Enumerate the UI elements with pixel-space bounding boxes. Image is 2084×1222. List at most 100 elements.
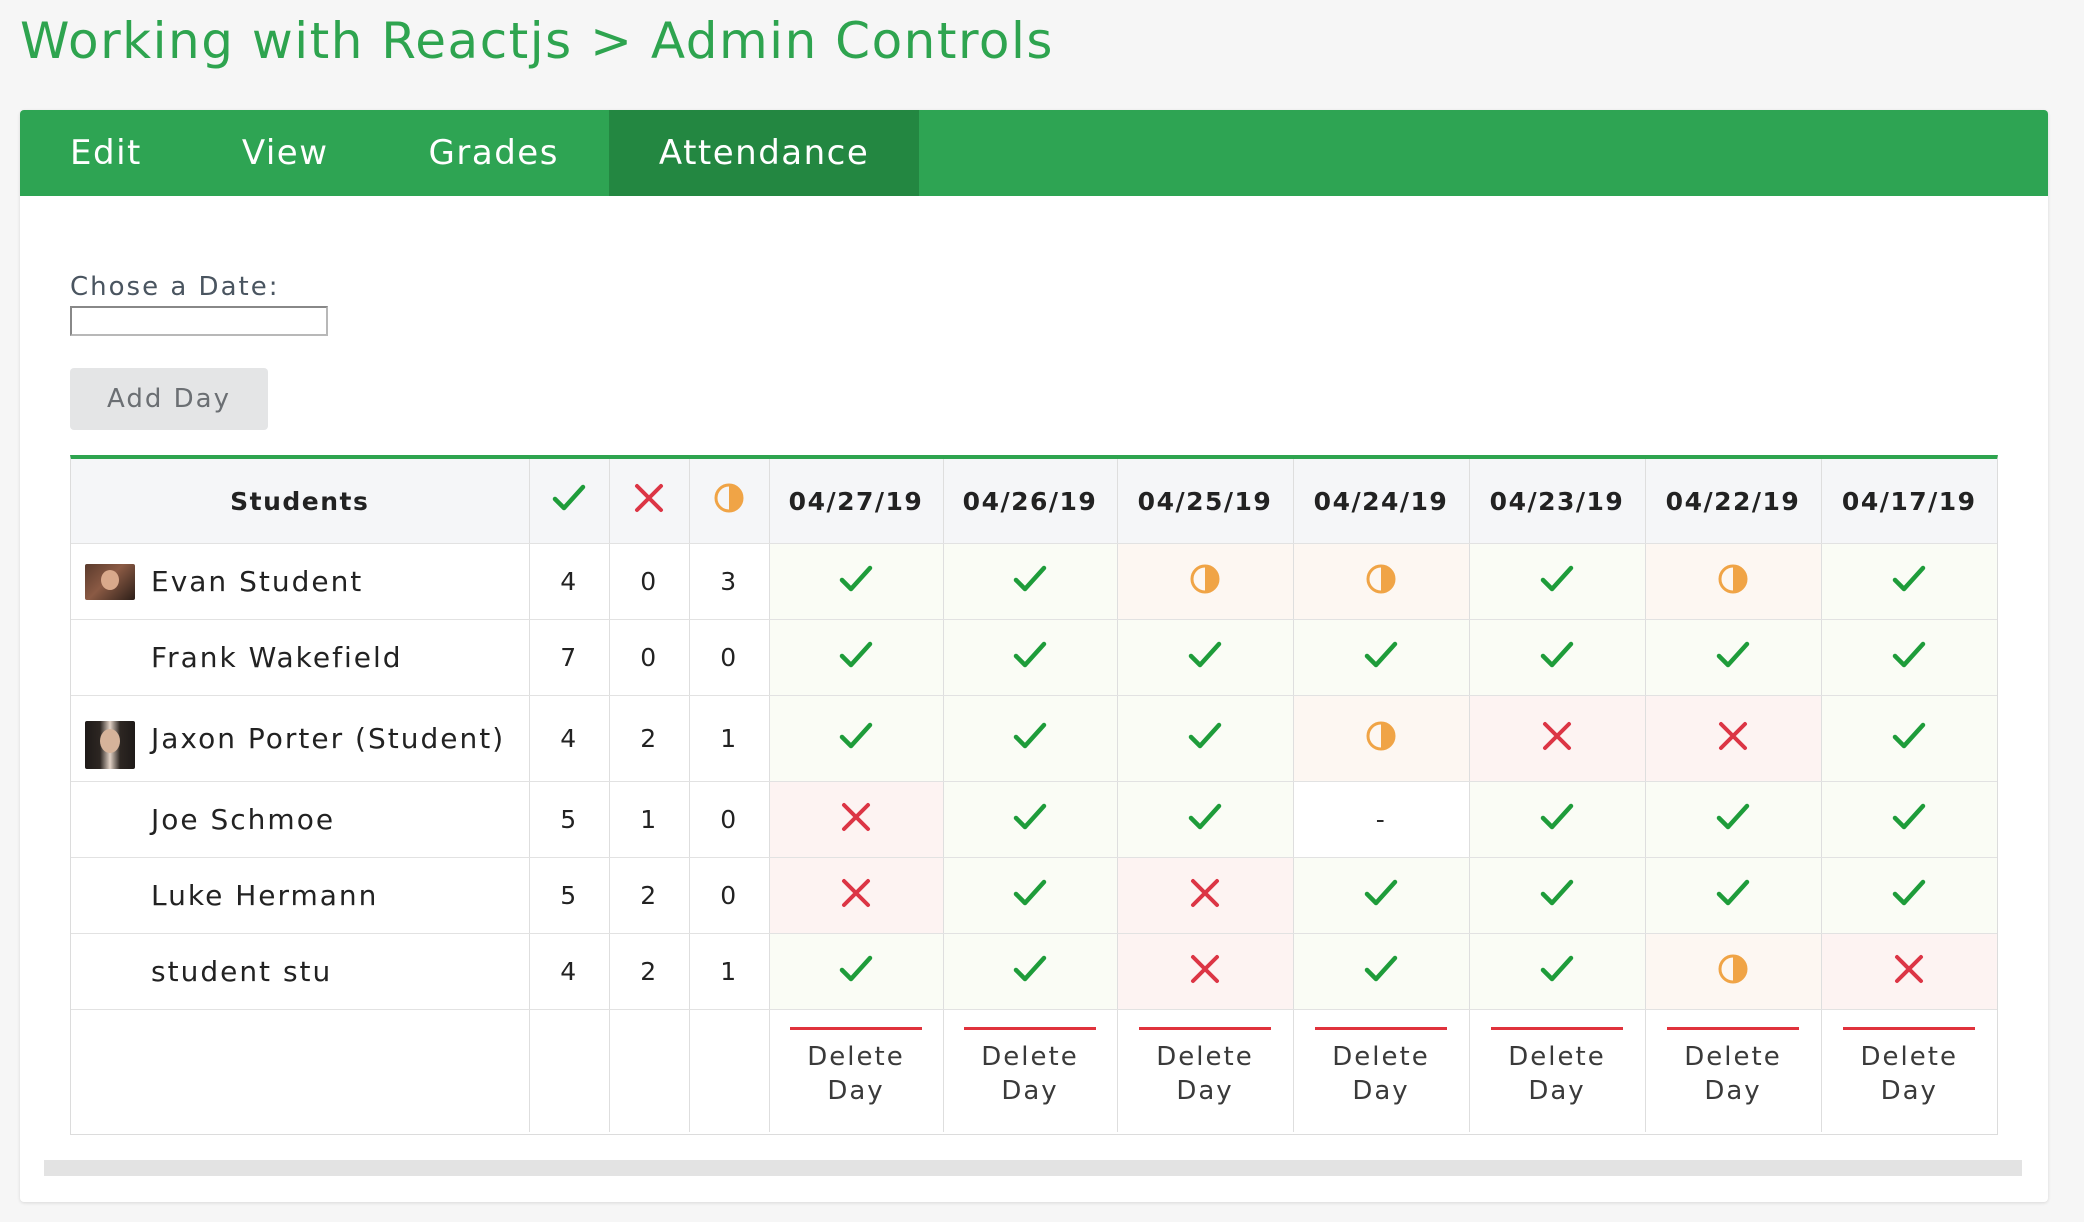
x-icon (1541, 720, 1573, 758)
late-count: 0 (689, 781, 770, 858)
table-row: Evan Student 4 0 3 (71, 543, 1997, 620)
tab-bar: Edit View Grades Attendance (20, 110, 2048, 196)
check-icon (1364, 640, 1398, 676)
check-icon (839, 564, 873, 600)
attendance-cell[interactable] (943, 857, 1118, 934)
check-icon (1892, 721, 1926, 757)
attendance-cell[interactable] (1645, 619, 1822, 696)
half-circle-icon (1189, 563, 1221, 601)
x-icon (840, 877, 872, 915)
attendance-cell[interactable] (1821, 781, 1997, 858)
attendance-cell[interactable] (1293, 619, 1470, 696)
check-icon (1013, 802, 1047, 838)
attendance-cell[interactable] (1821, 695, 1997, 782)
attendance-cell[interactable] (1469, 619, 1646, 696)
attendance-cell[interactable] (943, 619, 1118, 696)
attendance-cell[interactable] (1117, 619, 1294, 696)
attendance-cell[interactable] (1645, 543, 1822, 620)
attendance-cell[interactable] (1117, 933, 1294, 1010)
attendance-cell[interactable] (1469, 695, 1646, 782)
attendance-cell[interactable] (1469, 781, 1646, 858)
late-count: 1 (689, 695, 770, 782)
attendance-cell[interactable] (1469, 933, 1646, 1010)
attendance-cell[interactable] (943, 543, 1118, 620)
check-icon (1364, 878, 1398, 914)
attendance-cell[interactable] (1117, 857, 1294, 934)
horizontal-scrollbar[interactable] (44, 1160, 2022, 1176)
footer-empty-cell (71, 1009, 530, 1132)
attendance-cell[interactable] (943, 781, 1118, 858)
attendance-cell[interactable] (1821, 619, 1997, 696)
table-row: Joe Schmoe 5 1 0 - (71, 781, 1997, 858)
attendance-cell[interactable] (1117, 695, 1294, 782)
attendance-cell[interactable] (943, 933, 1118, 1010)
table-row: Jaxon Porter (Student) 4 2 1 (71, 695, 1997, 782)
delete-day-button[interactable]: Delete Day (1315, 1027, 1447, 1108)
add-day-button[interactable]: Add Day (70, 368, 268, 430)
present-count: 4 (529, 933, 610, 1010)
late-count: 1 (689, 933, 770, 1010)
check-icon (1013, 878, 1047, 914)
tab-grades[interactable]: Grades (379, 110, 609, 196)
check-icon (1188, 802, 1222, 838)
date-header: 04/24/19 (1293, 459, 1470, 544)
attendance-cell[interactable] (769, 543, 944, 620)
date-header: 04/22/19 (1645, 459, 1822, 544)
attendance-cell[interactable] (1645, 781, 1822, 858)
attendance-cell[interactable] (1293, 543, 1470, 620)
table-body: Evan Student 4 0 3 Frank Wakefield 7 0 0 Jaxon P… (71, 543, 1997, 1132)
attendance-cell[interactable] (769, 619, 944, 696)
present-count: 5 (529, 857, 610, 934)
footer-cell: Delete Day (1821, 1010, 1997, 1132)
absent-count: 2 (609, 695, 690, 782)
present-count: 5 (529, 781, 610, 858)
absent-count: 0 (609, 543, 690, 620)
late-count: 0 (689, 619, 770, 696)
attendance-cell[interactable] (1117, 543, 1294, 620)
attendance-cell[interactable] (1293, 933, 1470, 1010)
footer-cell: Delete Day (1293, 1009, 1470, 1132)
date-input[interactable] (70, 306, 328, 336)
attendance-cell[interactable] (769, 695, 944, 782)
attendance-cell[interactable] (769, 781, 944, 858)
attendance-cell[interactable] (1293, 857, 1470, 934)
attendance-cell[interactable] (1821, 933, 1997, 1010)
attendance-cell[interactable] (769, 933, 944, 1010)
tab-edit[interactable]: Edit (20, 110, 192, 196)
footer-cell: Delete Day (1469, 1009, 1646, 1132)
attendance-cell[interactable] (1469, 857, 1646, 934)
attendance-cell[interactable] (1469, 543, 1646, 620)
tab-attendance[interactable]: Attendance (608, 110, 920, 196)
student-name: student stu (151, 955, 333, 988)
check-icon (1188, 640, 1222, 676)
delete-day-button[interactable]: Delete Day (964, 1027, 1096, 1108)
delete-day-button[interactable]: Delete Day (1491, 1027, 1623, 1108)
delete-day-button[interactable]: Delete Day (1843, 1027, 1976, 1108)
tab-view[interactable]: View (192, 110, 379, 196)
attendance-cell[interactable]: - (1293, 781, 1470, 858)
present-count: 7 (529, 619, 610, 696)
half-circle-icon (1365, 563, 1397, 601)
delete-day-button[interactable]: Delete Day (1139, 1027, 1271, 1108)
table-row: student stu 4 2 1 (71, 933, 1997, 1010)
attendance-cell[interactable] (943, 695, 1118, 782)
student-cell: Evan Student (71, 543, 530, 620)
attendance-cell[interactable] (769, 857, 944, 934)
attendance-cell[interactable] (1821, 543, 1997, 620)
check-icon (1540, 640, 1574, 676)
attendance-cell[interactable] (1117, 781, 1294, 858)
attendance-cell[interactable] (1645, 695, 1822, 782)
avatar (85, 720, 135, 769)
check-icon (1364, 954, 1398, 990)
attendance-cell[interactable] (1293, 695, 1470, 782)
attendance-cell[interactable] (1645, 857, 1822, 934)
footer-empty-cell (529, 1009, 610, 1132)
attendance-cell[interactable] (1821, 857, 1997, 934)
students-header: Students (71, 459, 530, 544)
x-icon (1189, 953, 1221, 991)
table-footer-row: Delete Day Delete Day Delete Day Delete Day… (71, 1009, 1997, 1132)
attendance-cell[interactable] (1645, 933, 1822, 1010)
check-icon (839, 640, 873, 676)
delete-day-button[interactable]: Delete Day (790, 1027, 922, 1108)
delete-day-button[interactable]: Delete Day (1667, 1027, 1799, 1108)
